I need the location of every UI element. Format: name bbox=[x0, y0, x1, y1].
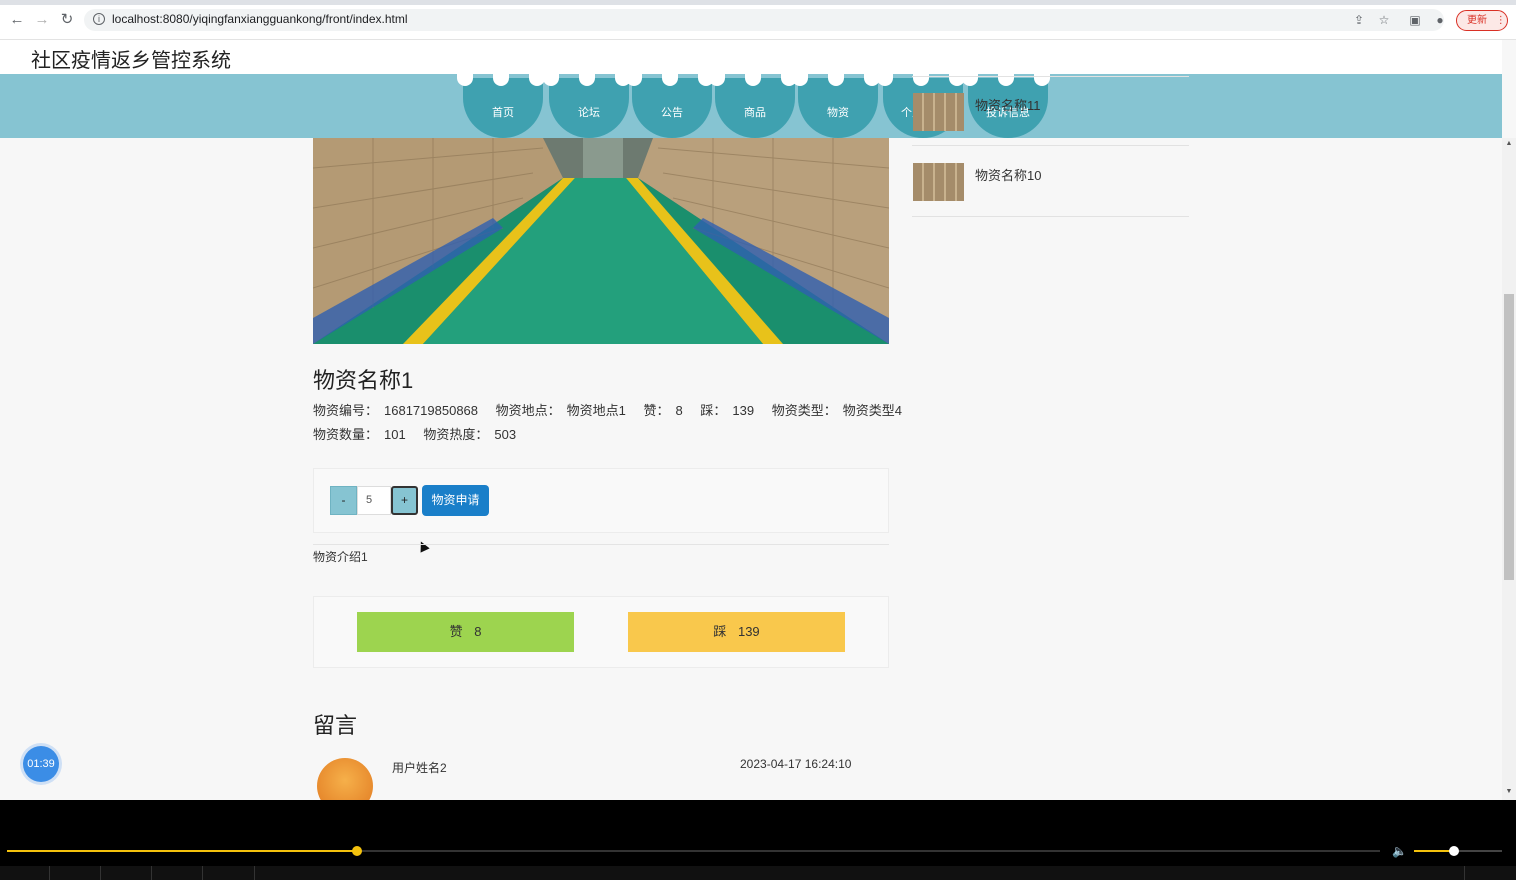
quantity-input[interactable]: 5 bbox=[357, 486, 391, 515]
nav-bead bbox=[792, 74, 808, 86]
side-panel-icon[interactable]: ▣ bbox=[1406, 11, 1424, 29]
code-value: 1681719850868 bbox=[384, 403, 479, 418]
volume-level bbox=[1414, 850, 1454, 852]
menu-dots-icon: ⋮ bbox=[1495, 15, 1506, 26]
info-icon[interactable]: i bbox=[93, 13, 105, 25]
qty-decrement-button[interactable]: - bbox=[330, 486, 357, 515]
type-label: 物资类型： bbox=[771, 403, 837, 418]
location-label: 物资地点： bbox=[495, 403, 561, 418]
mouse-cursor-icon bbox=[416, 539, 430, 553]
recording-timer-badge[interactable]: 01:39 bbox=[23, 746, 59, 782]
sidebar-list-item[interactable]: 物资名称10 bbox=[912, 147, 1189, 217]
forward-icon[interactable]: → bbox=[32, 10, 52, 30]
nav-label: 商品 bbox=[744, 107, 766, 119]
heat-label: 物资热度： bbox=[423, 427, 489, 442]
nav-bead bbox=[828, 74, 844, 86]
nav-bead bbox=[543, 74, 559, 86]
volume-slider[interactable] bbox=[1414, 846, 1502, 856]
item-title: 物资名称1 bbox=[313, 368, 414, 393]
share-icon[interactable]: ⇪ bbox=[1350, 11, 1368, 29]
sidebar-thumbnail bbox=[913, 163, 964, 201]
qty-increment-button[interactable]: + bbox=[391, 486, 418, 515]
scroll-up-icon[interactable]: ▲ bbox=[1505, 140, 1513, 147]
sidebar-thumbnail bbox=[913, 93, 964, 131]
nav-bead bbox=[626, 74, 642, 86]
site-title: 社区疫情返乡管控系统 bbox=[31, 50, 231, 72]
nav-bead bbox=[457, 74, 473, 86]
dislike-label: 踩： bbox=[700, 403, 727, 418]
comment-user: 用户姓名2 bbox=[392, 761, 447, 775]
location-value: 物资地点1 bbox=[566, 403, 626, 418]
page-viewport: 社区疫情返乡管控系统 首页 论坛 公告 商品 物资 个人中心 bbox=[0, 40, 1516, 800]
type-value: 物资类型4 bbox=[842, 403, 902, 418]
like-value: 8 bbox=[675, 403, 683, 418]
sidebar-list-item[interactable]: 物资名称11 bbox=[912, 76, 1189, 146]
nav-bead bbox=[662, 74, 678, 86]
dislike-button-label: 踩 bbox=[713, 624, 727, 639]
code-label: 物资编号： bbox=[313, 403, 379, 418]
url-text[interactable]: localhost:8080/yiqingfanxiangguankong/fr… bbox=[112, 12, 408, 26]
nav-label: 论坛 bbox=[578, 107, 600, 119]
nav-label: 首页 bbox=[492, 107, 514, 119]
like-label: 赞： bbox=[643, 403, 670, 418]
apply-panel: - 5 + 物资申请 bbox=[313, 468, 889, 533]
nav-bead bbox=[493, 74, 509, 86]
tab-strip bbox=[0, 0, 1516, 5]
strip-segment bbox=[0, 866, 50, 880]
dislike-value: 139 bbox=[732, 403, 755, 418]
dislike-button[interactable]: 踩 139 bbox=[628, 612, 845, 652]
seek-handle[interactable] bbox=[352, 846, 363, 856]
item-intro: 物资介绍1 bbox=[313, 550, 368, 564]
update-button[interactable]: 更新 ⋮ bbox=[1456, 10, 1508, 31]
apply-supply-button[interactable]: 物资申请 bbox=[422, 485, 489, 516]
reload-icon[interactable]: ↻ bbox=[57, 10, 77, 30]
seek-bar[interactable] bbox=[7, 846, 1380, 856]
nav-bead bbox=[877, 74, 893, 86]
item-meta-line-2: 物资数量： 101 物资热度： 503 bbox=[313, 424, 522, 443]
quantity-value: 101 bbox=[384, 427, 406, 442]
sidebar-item-label: 物资名称10 bbox=[975, 168, 1042, 183]
divider bbox=[313, 544, 889, 545]
quantity-label: 物资数量： bbox=[313, 427, 379, 442]
heat-value: 503 bbox=[494, 427, 517, 442]
scrollbar-thumb[interactable] bbox=[1504, 294, 1514, 580]
strip-segment bbox=[152, 866, 203, 880]
warehouse-illustration bbox=[313, 138, 889, 344]
profile-icon[interactable]: ● bbox=[1431, 11, 1449, 29]
strip-segment bbox=[203, 866, 255, 880]
supply-image bbox=[313, 138, 889, 344]
video-player-controls: 🔈 bbox=[0, 800, 1516, 880]
like-button-count: 8 bbox=[474, 624, 482, 639]
nav-bead bbox=[579, 74, 595, 86]
volume-handle[interactable] bbox=[1448, 846, 1459, 856]
nav-bead bbox=[745, 74, 761, 86]
back-icon[interactable]: ← bbox=[7, 10, 27, 30]
site-header: 社区疫情返乡管控系统 bbox=[0, 40, 1502, 74]
player-bottom-strip bbox=[0, 866, 1516, 880]
strip-segment bbox=[50, 866, 101, 880]
like-button[interactable]: 赞 8 bbox=[357, 612, 574, 652]
volume-icon[interactable]: 🔈 bbox=[1392, 844, 1408, 858]
scroll-down-icon[interactable]: ▼ bbox=[1505, 788, 1513, 795]
page-scrollbar[interactable]: ▲ ▼ bbox=[1502, 138, 1516, 800]
bookmark-star-icon[interactable]: ☆ bbox=[1375, 11, 1393, 29]
seek-progress bbox=[7, 850, 358, 852]
comments-title: 留言 bbox=[313, 713, 358, 738]
dislike-button-count: 139 bbox=[737, 624, 760, 639]
nav-bead bbox=[709, 74, 725, 86]
like-button-label: 赞 bbox=[449, 624, 463, 639]
avatar bbox=[317, 758, 373, 800]
address-bar[interactable]: i localhost:8080/yiqingfanxiangguankong/… bbox=[84, 9, 1444, 31]
browser-toolbar: ← → ↻ i localhost:8080/yiqingfanxianggua… bbox=[0, 0, 1516, 40]
vote-panel: 赞 8 踩 139 bbox=[313, 596, 889, 668]
nav-label: 公告 bbox=[661, 107, 683, 119]
strip-segment bbox=[101, 866, 152, 880]
item-meta-line-1: 物资编号： 1681719850868 物资地点： 物资地点1 赞： 8 踩： 139 … bbox=[313, 400, 908, 419]
nav-label: 物资 bbox=[827, 107, 849, 119]
sidebar-item-label: 物资名称11 bbox=[975, 98, 1041, 113]
strip-segment bbox=[1464, 866, 1465, 880]
update-label: 更新 bbox=[1467, 15, 1487, 26]
comment-time: 2023-04-17 16:24:10 bbox=[740, 757, 852, 771]
